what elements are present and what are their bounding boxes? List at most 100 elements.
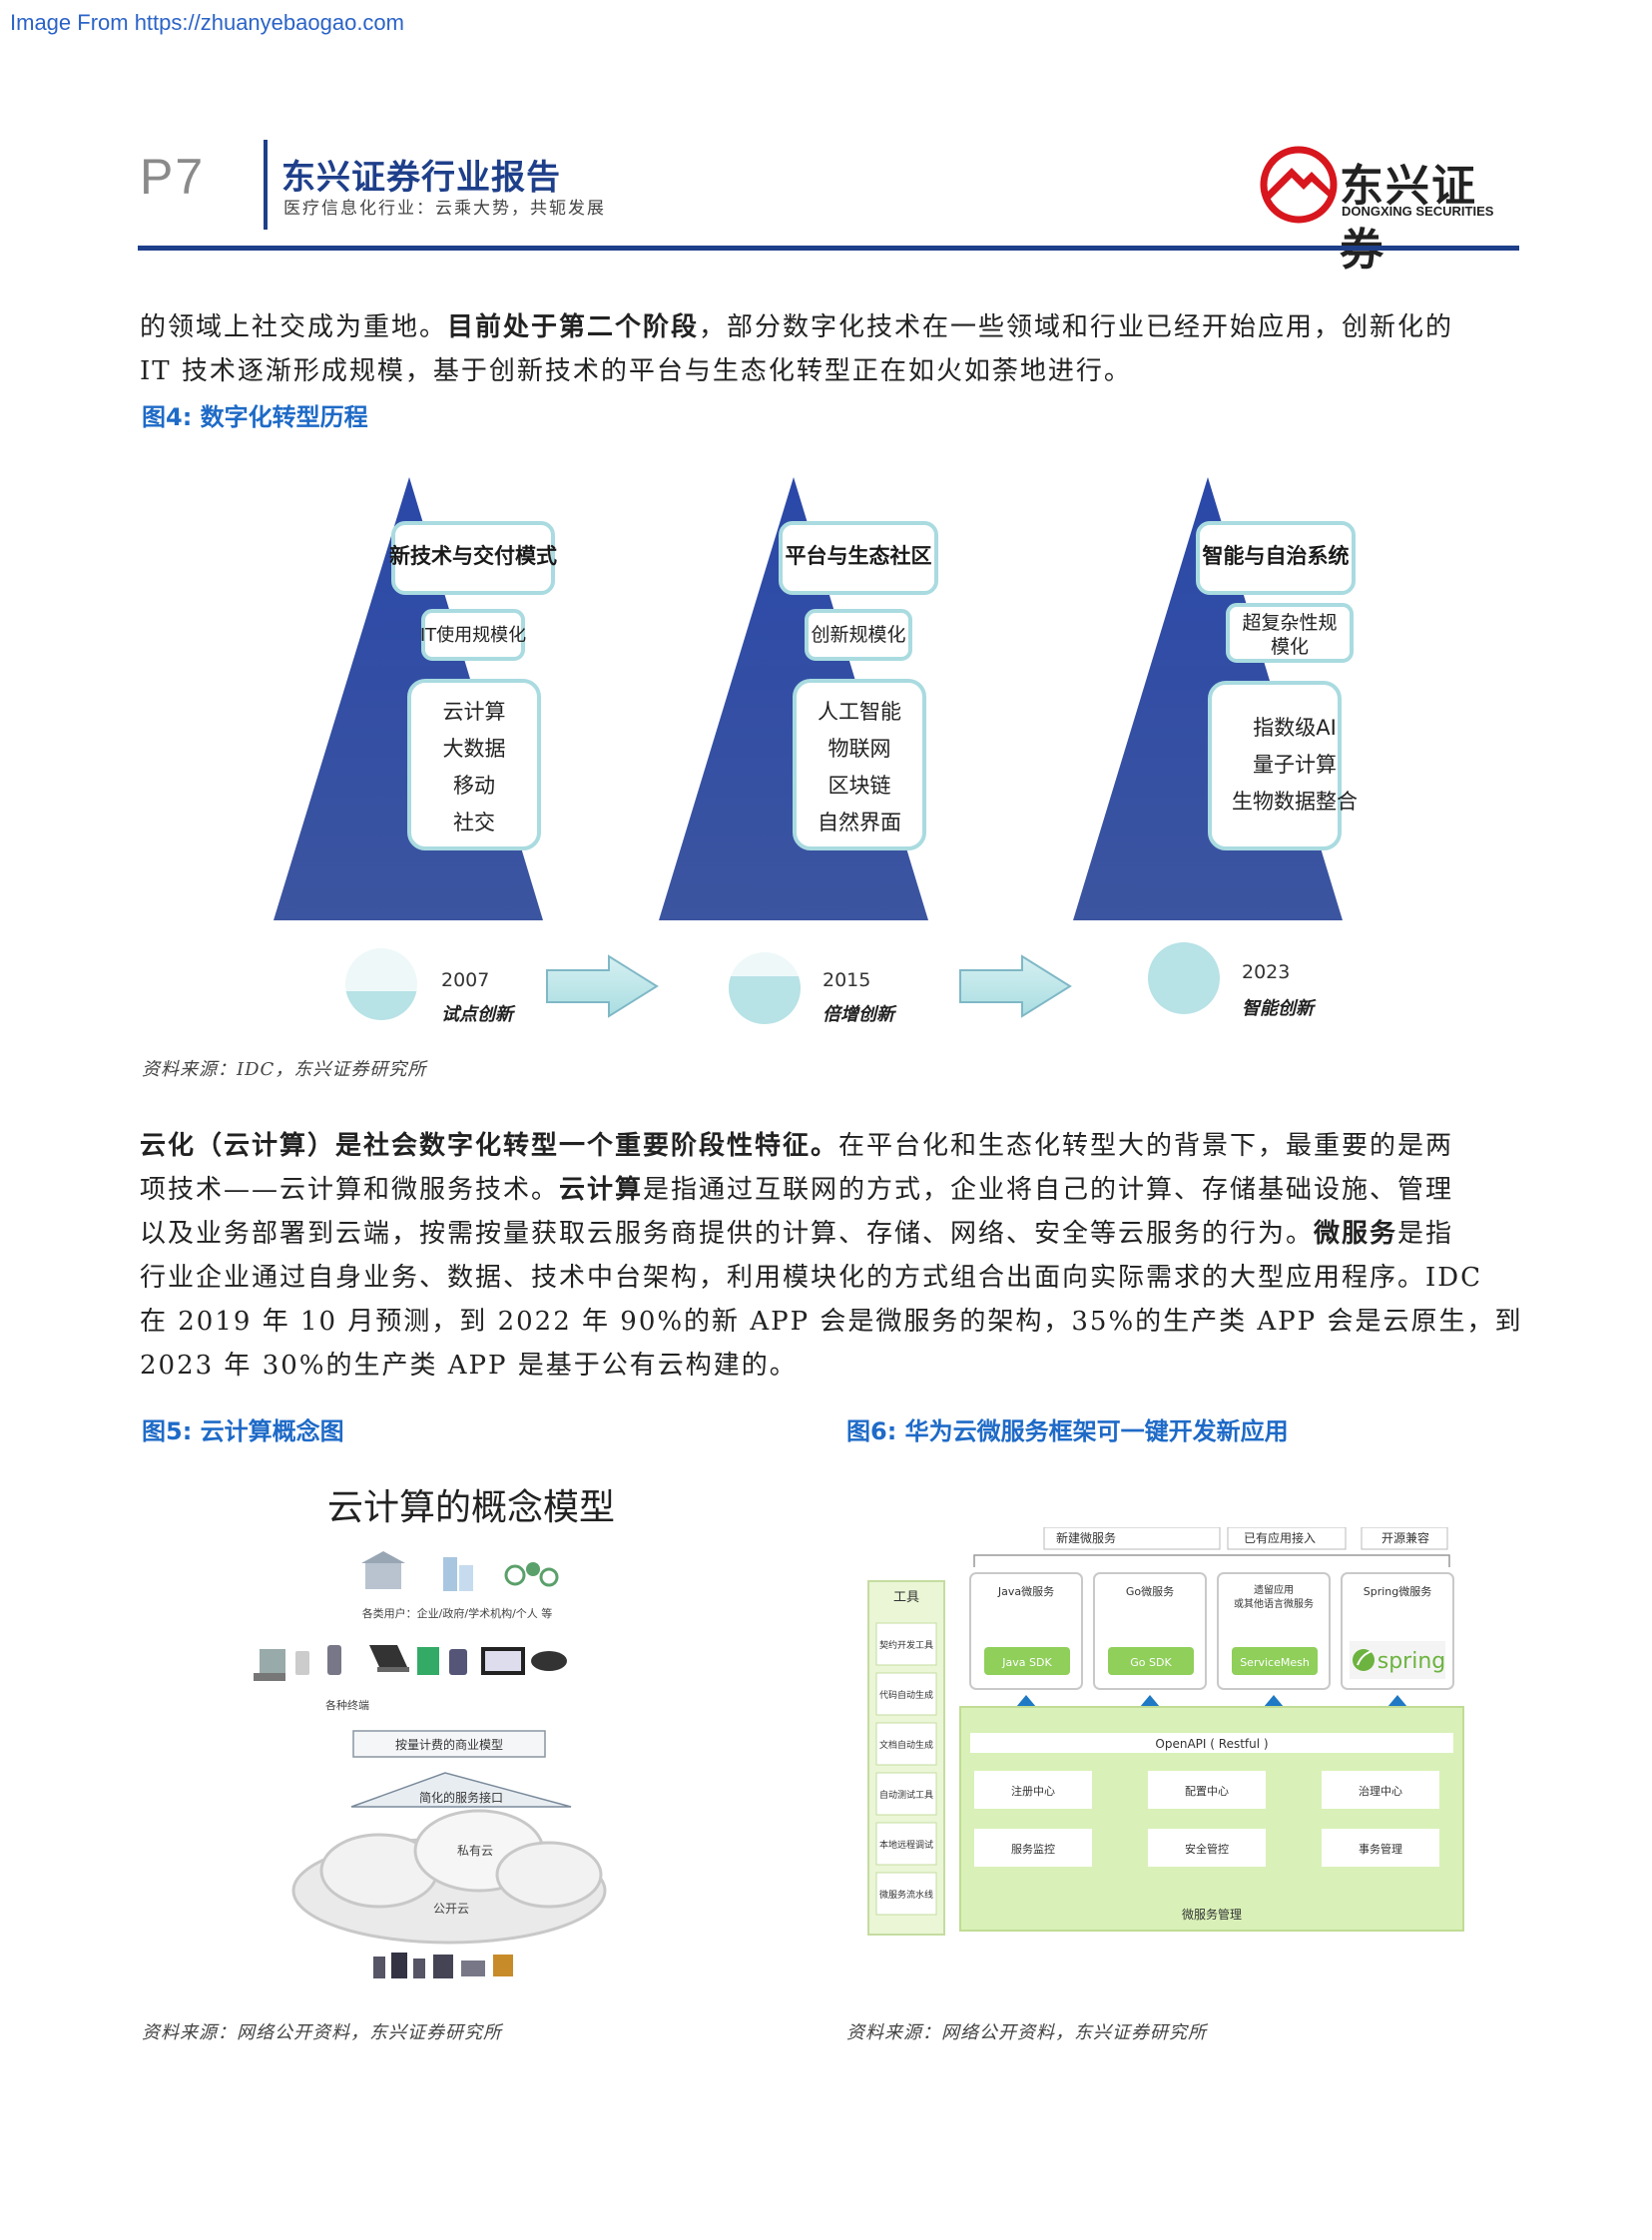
sdk-label: Go SDK <box>1130 1656 1172 1669</box>
module-label: 配置中心 <box>1185 1785 1229 1798</box>
stage-progress-circle <box>1148 942 1220 1014</box>
stage-tech-item: 指数级AI <box>1253 716 1337 740</box>
service-name: 或其他语言微服务 <box>1234 1597 1314 1610</box>
government-building-icon <box>361 1551 405 1589</box>
stage-label: 智能创新 <box>1242 998 1317 1019</box>
stage-tech-item: 云计算 <box>443 700 506 724</box>
top-label-new-microservice: 新建微服务 <box>1056 1530 1116 1545</box>
tool-item-label: 微服务流水线 <box>879 1889 933 1901</box>
stage-scale-text: 模化 <box>1271 636 1309 658</box>
page-number: P7 <box>140 149 206 205</box>
text-run: 是指通过互联网的方式，企业将自己的计算、存储基础设施、管理 <box>643 1175 1454 1205</box>
stage-tech-item: 区块链 <box>828 774 891 798</box>
text-bold: 微服务 <box>1314 1219 1398 1249</box>
service-spring: Spring微服务 spring <box>1341 1572 1454 1690</box>
service-interface-text: 简化的服务接口 <box>419 1790 503 1805</box>
laptop-icon <box>369 1645 409 1672</box>
spring-leaf-icon <box>1353 1649 1375 1671</box>
paragraph-line: IT 技术逐渐形成规模，基于创新技术的平台与生态化转型正在如火如荼地进行。 <box>140 356 1132 386</box>
stage-tech-item: 量子计算 <box>1253 753 1337 777</box>
report-title: 东兴证券行业报告 <box>281 158 561 198</box>
stage-scale-text: 创新规模化 <box>811 624 905 646</box>
text-bold: 目前处于第二个阶段 <box>447 312 700 342</box>
text-run: 是指 <box>1397 1219 1454 1249</box>
cloud-model-title: 云计算的概念模型 <box>327 1487 615 1528</box>
stage-tech-item: 大数据 <box>443 737 506 761</box>
figure6-title: 图6: 华为云微服务框架可一键开发新应用 <box>846 1417 1289 1445</box>
figure5-source: 资料来源：网络公开资料，东兴证券研究所 <box>142 2022 502 2043</box>
text-run: ，部分数字化技术在一些领域和行业已经开始应用，创新化的 <box>699 312 1454 342</box>
tools-header: 工具 <box>893 1590 919 1605</box>
stage-tech-item: 生物数据整合 <box>1232 790 1358 814</box>
mobile-phone-icon <box>327 1645 341 1675</box>
stage-label: 倍增创新 <box>823 1004 897 1025</box>
figure6-source: 资料来源：网络公开资料，东兴证券研究所 <box>846 2022 1207 2043</box>
service-name: 遗留应用 <box>1254 1583 1294 1596</box>
stage-header-text: 智能与自治系统 <box>1203 544 1350 568</box>
paragraph-intro: 的领域上社交成为重地。目前处于第二个阶段，部分数字化技术在一些领域和行业已经开始… <box>140 305 1527 393</box>
mp3-player-icon <box>295 1651 309 1675</box>
text-run: 以及业务部署到云端，按需按量获取云服务商提供的计算、存储、网络、安全等云服务的行… <box>140 1219 1315 1249</box>
stage-tech-item: 社交 <box>453 811 495 835</box>
logo-english-name: DONGXING SECURITIES <box>1342 204 1494 219</box>
figure4-title: 图4: 数字化转型历程 <box>142 403 368 431</box>
desktop-computer-icon <box>254 1649 285 1681</box>
watermark-text: Image From https://zhuanyebaogao.com <box>10 10 404 35</box>
users-label: 各类用户：企业/政府/学术机构/个人 等 <box>362 1606 553 1620</box>
module-label: 注册中心 <box>1011 1784 1055 1798</box>
stage-tech-item: 物联网 <box>828 737 891 761</box>
pda-icon <box>449 1649 467 1675</box>
stage-header-text: 平台与生态社区 <box>786 544 932 568</box>
stage-tech-item: 移动 <box>453 774 495 798</box>
stage-2007: 新技术与交付模式 IT使用规模化 云计算 大数据 移动 社交 2007 试点创新 <box>274 477 557 1025</box>
service-go: Go微服务 Go SDK <box>1093 1572 1207 1690</box>
paragraph-line: 在 2019 年 10 月预测，到 2022 年 90%的新 APP 会是微服务… <box>140 1307 1523 1337</box>
private-cloud-label: 私有云 <box>457 1844 493 1858</box>
module-label: 安全管控 <box>1185 1842 1229 1856</box>
people-group-icon <box>504 1562 559 1587</box>
text-run: 项技术——云计算和微服务技术。 <box>140 1175 560 1205</box>
paragraph-cloud: 云化（云计算）是社会数字化转型一个重要阶段性特征。在平台化和生态化转型大的背景下… <box>140 1124 1537 1388</box>
figure5-diagram: 云计算的概念模型 各类用户：企业/政府/学术机构/个人 等 各种终端 按量计费的… <box>254 1487 615 1978</box>
stage-progress-fill <box>729 976 801 1024</box>
stage-tech-item: 自然界面 <box>818 811 901 835</box>
business-model-text: 按量计费的商业模型 <box>395 1737 503 1752</box>
top-label-existing-app: 已有应用接入 <box>1244 1530 1316 1545</box>
openapi-label: OpenAPI ( Restful ) <box>1155 1737 1268 1751</box>
module-label: 服务监控 <box>1011 1842 1055 1856</box>
tool-item-label: 契约开发工具 <box>879 1639 933 1651</box>
paragraph-line: 项技术——云计算和微服务技术。云计算是指通过互联网的方式，企业将自己的计算、存储… <box>140 1168 1537 1212</box>
paragraph-line: 以及业务部署到云端，按需按量获取云服务商提供的计算、存储、网络、安全等云服务的行… <box>140 1212 1537 1256</box>
stage-year: 2007 <box>441 969 489 991</box>
text-run: 的领域上社交成为重地。 <box>140 312 448 342</box>
module-label: 事务管理 <box>1359 1842 1402 1856</box>
bracket-line <box>973 1554 1450 1567</box>
stage-scale-text: 超复杂性规 <box>1242 612 1337 634</box>
top-label-open-source: 开源兼容 <box>1381 1530 1429 1545</box>
text-bold: 云化（云计算）是社会数字化转型一个重要阶段性特征。 <box>140 1131 839 1161</box>
figure5-title: 图5: 云计算概念图 <box>142 1417 344 1445</box>
service-java: Java微服务 Java SDK <box>969 1572 1083 1690</box>
stage-year: 2023 <box>1242 961 1290 983</box>
paragraph-line: 行业企业通过自身业务、数据、技术中台架构，利用模块化的方式组合出面向实际需求的大… <box>140 1263 1483 1293</box>
report-subtitle: 医疗信息化行业：云乘大势，共轭发展 <box>283 199 606 219</box>
tool-item-label: 本地远程调试 <box>879 1839 933 1851</box>
progress-arrow <box>959 954 1072 1018</box>
figure6-diagram: 新建微服务 已有应用接入 开源兼容 工具 契约开发工具 代码自动生成 文档自动生… <box>867 1527 1464 1936</box>
stage-header-text: 新技术与交付模式 <box>389 544 557 568</box>
sdk-label: Java SDK <box>1001 1656 1052 1669</box>
logo-emblem-icon <box>1260 146 1338 224</box>
header-divider <box>264 140 268 230</box>
sdk-label: ServiceMesh <box>1240 1656 1310 1669</box>
television-icon <box>481 1647 525 1675</box>
figure4-diagram: 新技术与交付模式 IT使用规模化 云计算 大数据 移动 社交 2007 试点创新… <box>274 477 1358 1025</box>
text-run: 在平台化和生态化转型大的背景下，最重要的是两 <box>838 1131 1454 1161</box>
module-label: 治理中心 <box>1359 1784 1402 1798</box>
tool-item-label: 文档自动生成 <box>879 1739 933 1751</box>
figure4-source: 资料来源：IDC，东兴证券研究所 <box>142 1059 427 1080</box>
paragraph-line: 的领域上社交成为重地。目前处于第二个阶段，部分数字化技术在一些领域和行业已经开始… <box>140 305 1527 349</box>
public-cloud-label: 公开云 <box>433 1902 469 1916</box>
service-legacy: 遗留应用 或其他语言微服务 ServiceMesh <box>1217 1572 1331 1690</box>
stage-progress-fill <box>345 991 417 1020</box>
stage-2015: 平台与生态社区 创新规模化 人工智能 物联网 区块链 自然界面 2015 倍增创… <box>659 477 938 1025</box>
